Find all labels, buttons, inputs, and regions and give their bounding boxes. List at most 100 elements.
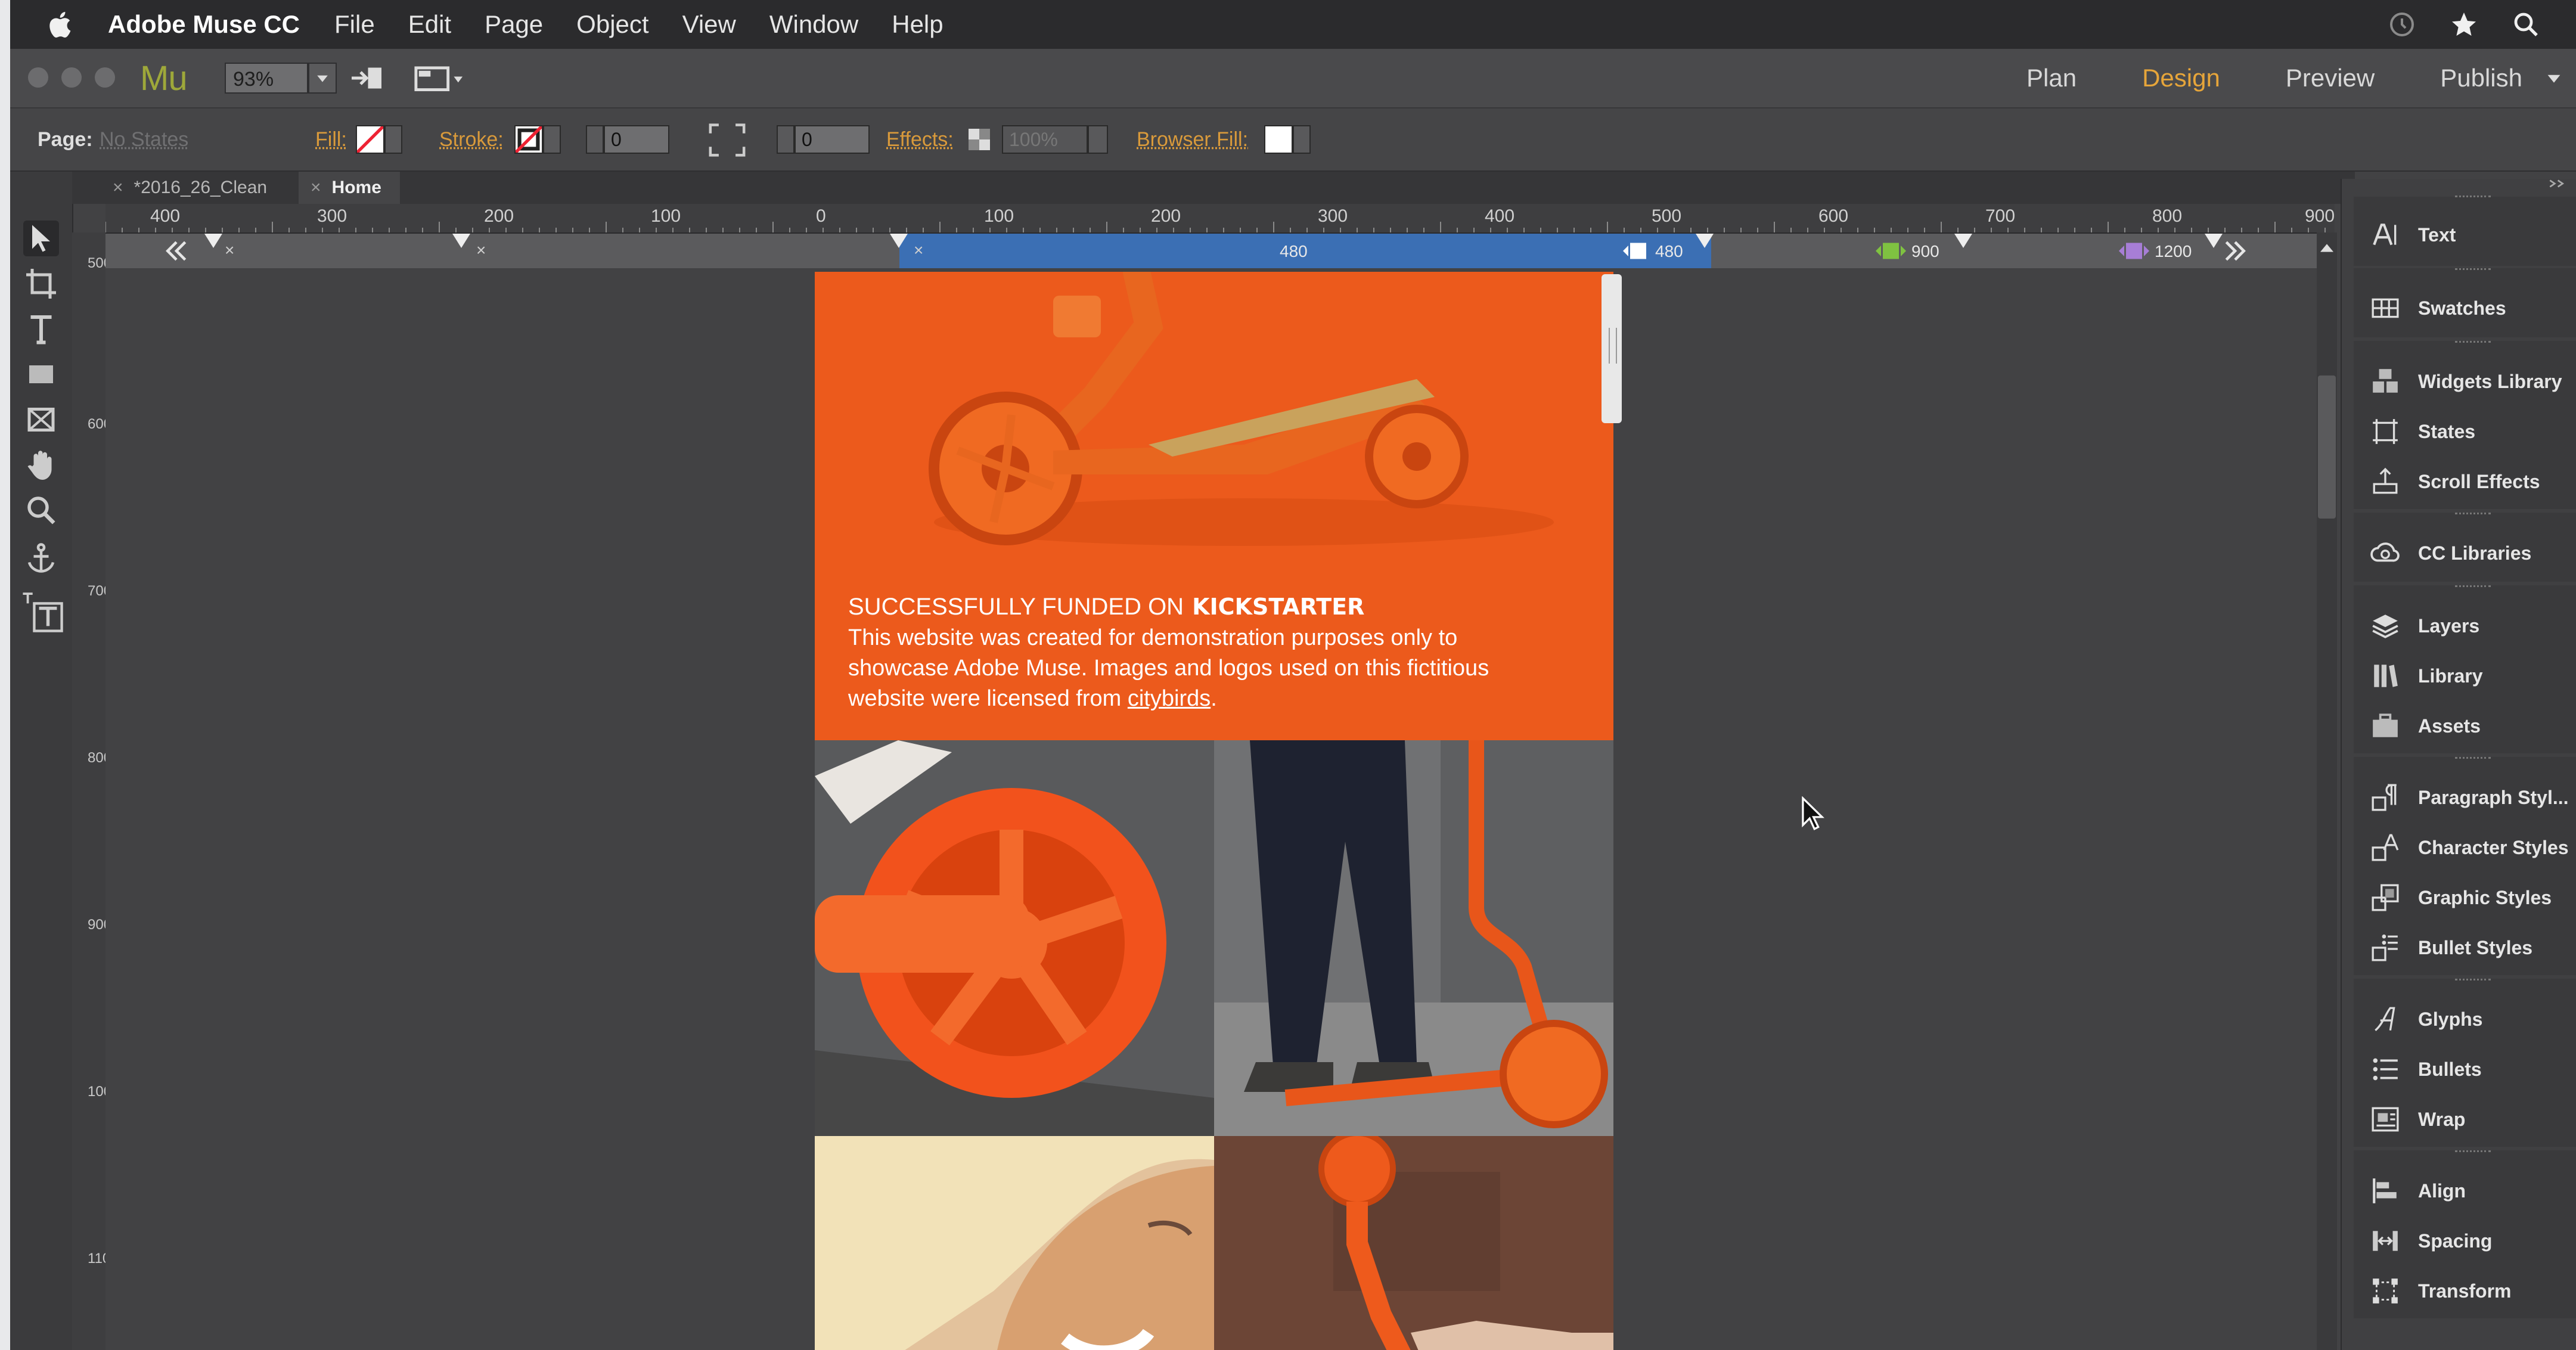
page-layout-icon[interactable] (413, 63, 465, 93)
panel-grip[interactable] (2455, 341, 2491, 347)
zoom-field[interactable]: 93% (225, 63, 308, 94)
panel-grip[interactable] (2455, 195, 2491, 202)
menu-edit[interactable]: Edit (408, 10, 451, 39)
vertical-scrollbar-thumb[interactable] (2318, 375, 2336, 519)
fill-dropdown[interactable] (384, 125, 402, 154)
rider-legs-photo[interactable] (1214, 740, 1613, 1136)
minimize-window-button[interactable] (61, 67, 82, 88)
stroke-width-field[interactable]: 0 (604, 125, 669, 154)
panel-grip[interactable] (2455, 585, 2491, 592)
text-frame-tool-icon[interactable] (20, 589, 65, 634)
breakpoint-prev-icon[interactable] (163, 238, 190, 263)
menu-window[interactable]: Window (769, 10, 858, 39)
panel-wrap[interactable]: Wrap (2370, 1094, 2465, 1144)
panel-scroll-effects[interactable]: Scroll Effects (2370, 457, 2540, 507)
fill-swatch[interactable] (356, 125, 384, 154)
hand-tool-icon[interactable] (23, 447, 59, 483)
effects-label[interactable]: Effects: (886, 128, 954, 151)
close-tab-icon[interactable]: × (113, 178, 123, 197)
panel-transform[interactable]: Transform (2370, 1266, 2511, 1316)
remove-breakpoint-icon[interactable]: × (225, 241, 234, 260)
publish-button[interactable]: Publish (2440, 64, 2522, 92)
panel-layers[interactable]: Layers (2370, 601, 2479, 651)
browser-fill-swatch[interactable] (1264, 125, 1293, 154)
text-tool-icon[interactable] (23, 311, 59, 347)
panel-bullet-styles[interactable]: Bullet Styles (2370, 923, 2532, 973)
panel-swatches[interactable]: Swatches (2370, 283, 2506, 333)
corner-radius-icon[interactable] (706, 122, 748, 159)
panel-glyphs[interactable]: Glyphs (2370, 994, 2482, 1044)
panel-widgets-library[interactable]: Widgets Library (2370, 356, 2562, 406)
scooter-image[interactable] (815, 272, 1613, 594)
menu-app-name[interactable]: Adobe Muse CC (108, 10, 300, 39)
remove-breakpoint-icon[interactable]: × (914, 241, 923, 260)
page-states-link[interactable]: No States (100, 128, 188, 151)
panel-graphic-styles[interactable]: Graphic Styles (2370, 873, 2552, 923)
panel-spacing[interactable]: Spacing (2370, 1216, 2492, 1266)
close-tab-icon[interactable]: × (311, 178, 321, 197)
browser-fill-label[interactable]: Browser Fill: (1137, 128, 1248, 151)
breakpoint-marker-icon[interactable] (890, 234, 908, 248)
panel-paragraph-styles[interactable]: Paragraph Styl... (2370, 772, 2569, 823)
menu-help[interactable]: Help (892, 10, 943, 39)
zoom-dropdown[interactable] (308, 63, 337, 94)
panel-assets[interactable]: Assets (2370, 701, 2481, 751)
hero-text[interactable]: SUCCESSFULLY FUNDED ON KICKSTARTER This w… (848, 594, 1593, 714)
breakpoint-bar[interactable]: × × × 480 480 900 1200 (105, 234, 2335, 268)
rectangle-tool-icon[interactable] (23, 356, 59, 392)
anchor-tool-icon[interactable] (23, 540, 59, 576)
collapse-panels-icon[interactable] (2544, 179, 2568, 188)
scroll-up-icon[interactable] (2320, 243, 2333, 253)
fill-label[interactable]: Fill: (315, 128, 347, 151)
corner-stepper[interactable] (777, 125, 794, 154)
panel-grip[interactable] (2455, 979, 2491, 985)
effects-icon[interactable] (969, 129, 990, 150)
breakpoint-next-icon[interactable] (2221, 238, 2249, 263)
active-breakpoint-range[interactable]: × 480 480 (890, 234, 1714, 268)
panel-bullets[interactable]: Bullets (2370, 1044, 2482, 1094)
apple-icon[interactable] (46, 10, 72, 39)
panel-cc-libraries[interactable]: CC Libraries (2370, 528, 2531, 578)
tab-home[interactable]: × Home (299, 172, 400, 204)
remove-breakpoint-icon[interactable]: × (476, 241, 486, 260)
page-height-handle[interactable] (1602, 274, 1622, 423)
stroke-dropdown[interactable] (543, 125, 561, 154)
publish-chevron-down-icon[interactable] (2546, 70, 2562, 86)
menu-file[interactable]: File (334, 10, 375, 39)
wheel-photo[interactable] (815, 740, 1214, 1136)
panel-grip[interactable] (2455, 757, 2491, 764)
opacity-dropdown[interactable] (1088, 125, 1108, 154)
panel-grip[interactable] (2455, 268, 2491, 275)
hero-section[interactable]: SUCCESSFULLY FUNDED ON KICKSTARTER This w… (815, 272, 1613, 740)
breakpoint-900-handle-icon[interactable] (1873, 242, 1907, 260)
menu-object[interactable]: Object (576, 10, 648, 39)
breakpoint-marker-icon[interactable] (1954, 234, 1972, 248)
panel-character-styles[interactable]: Character Styles (2370, 823, 2569, 873)
breakpoint-marker-icon[interactable] (204, 234, 222, 248)
tab-2016-26-clean[interactable]: × *2016_26_Clean (101, 172, 283, 204)
corner-radius-field[interactable]: 0 (794, 125, 870, 154)
panel-grip[interactable] (2455, 513, 2491, 519)
panel-library[interactable]: Library (2370, 651, 2482, 701)
opacity-field[interactable]: 100% (1002, 125, 1088, 154)
browser-fill-dropdown[interactable] (1293, 125, 1311, 154)
panel-text[interactable]: Text (2370, 210, 2456, 260)
citybirds-link[interactable]: citybirds (1128, 686, 1211, 711)
zoom-tool-icon[interactable] (23, 492, 59, 528)
plan-mode-tab[interactable]: Plan (2026, 64, 2077, 92)
menu-view[interactable]: View (682, 10, 736, 39)
breakpoint-handle-icon[interactable] (1623, 242, 1652, 260)
scooter-wall-photo[interactable] (1214, 1136, 1613, 1350)
stroke-stepper[interactable] (586, 125, 604, 154)
selection-tool-icon[interactable] (23, 221, 59, 256)
breakpoint-marker-icon[interactable] (1696, 234, 1714, 248)
page-artboard[interactable]: SUCCESSFULLY FUNDED ON KICKSTARTER This w… (815, 272, 1613, 1350)
preview-mode-tab[interactable]: Preview (2286, 64, 2375, 92)
menu-page[interactable]: Page (485, 10, 543, 39)
horizontal-ruler[interactable]: 400 300 200 100 0 100 200 300 400 500 60… (105, 204, 2335, 234)
breakpoint-marker-icon[interactable] (2205, 234, 2223, 248)
spotlight-search-icon[interactable] (2512, 10, 2540, 39)
stroke-label[interactable]: Stroke: (439, 128, 504, 151)
crop-tool-icon[interactable] (23, 266, 59, 302)
image-frame-tool-icon[interactable] (23, 402, 59, 437)
